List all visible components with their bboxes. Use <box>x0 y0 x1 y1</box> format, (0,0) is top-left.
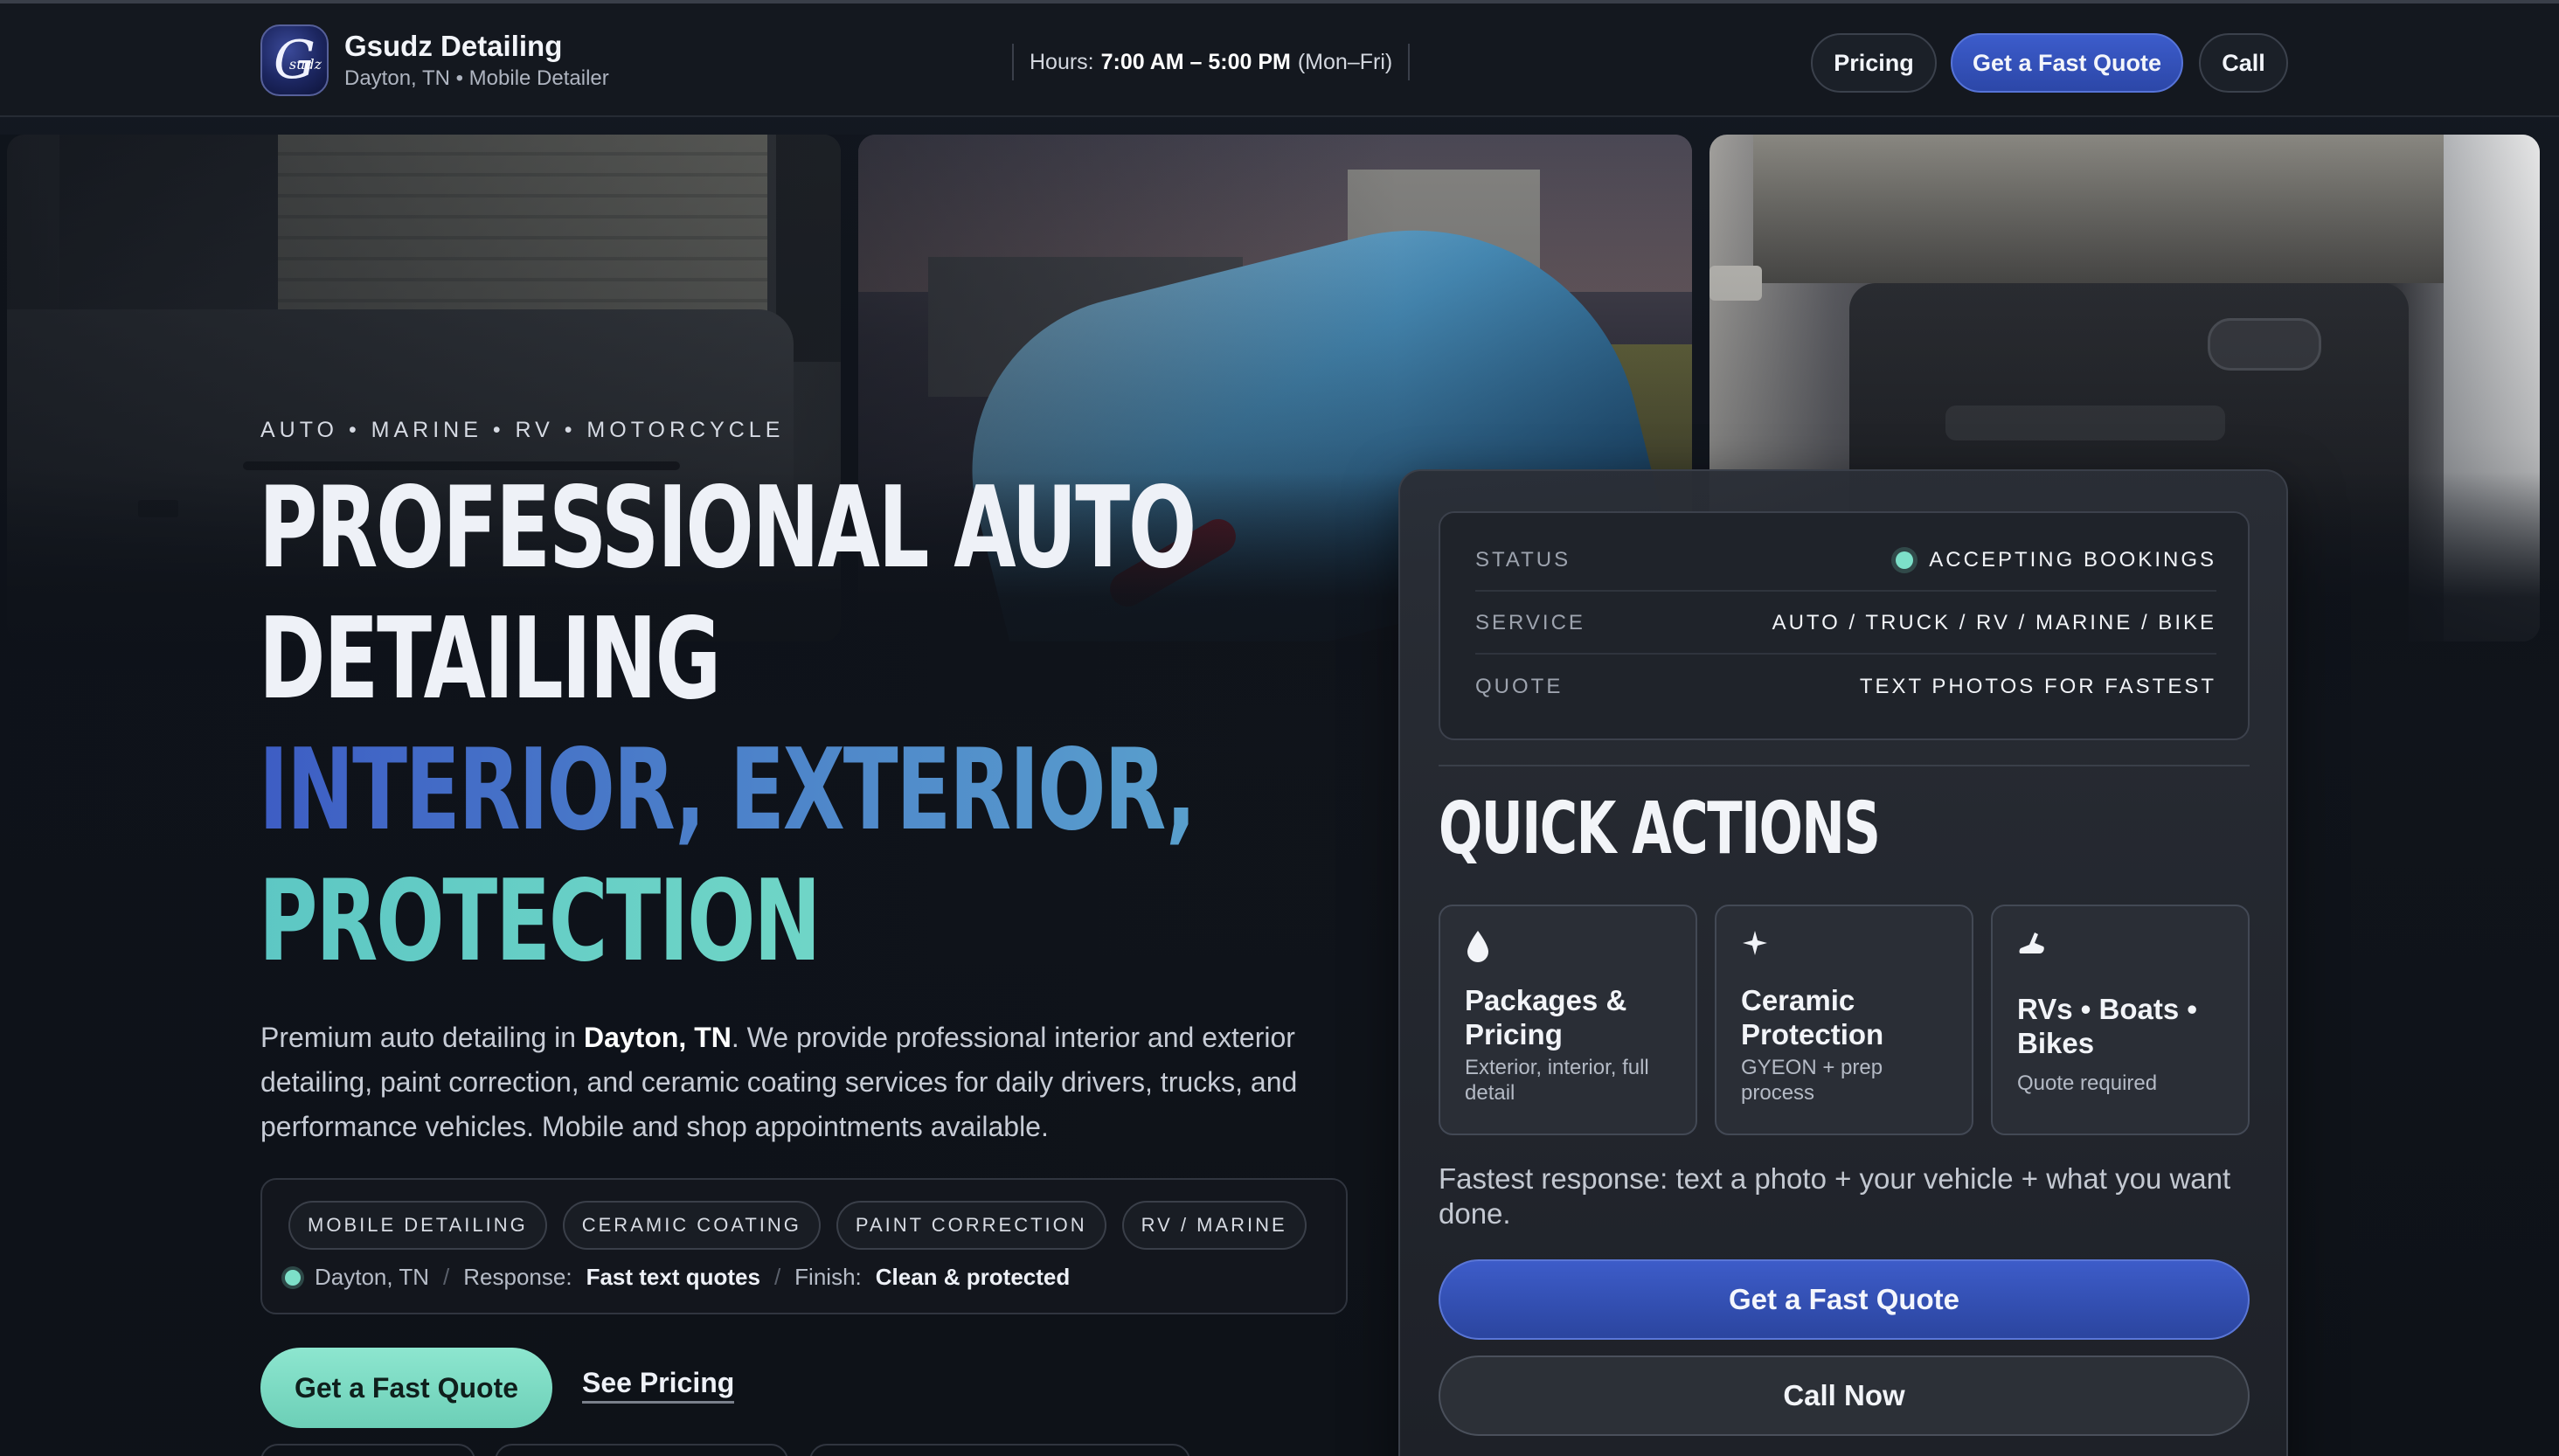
status-value-text: ACCEPTING BOOKINGS <box>1929 548 2216 572</box>
card-ceramic-protection[interactable]: Ceramic Protection GYEON + prep process <box>1715 905 1973 1135</box>
brand-name[interactable]: Gsudz Detailing <box>344 30 562 63</box>
hero-title-line1: PROFESSIONAL AUTO <box>259 463 1196 593</box>
panel-quote-button[interactable]: Get a Fast Quote <box>1439 1259 2250 1340</box>
tag-mobile-detailing: MOBILE DETAILING <box>288 1201 547 1250</box>
brand-subtitle: Dayton, TN • Mobile Detailer <box>344 66 609 90</box>
meta-separator: / <box>443 1264 450 1290</box>
partial-pill <box>495 1444 788 1456</box>
hero-title-line4: PROTECTION <box>259 856 1240 988</box>
meta-response-value: Fast text quotes <box>586 1264 760 1290</box>
card-title: RVs • Boats • Bikes <box>2017 993 2197 1059</box>
site-header: G sudz Gsudz Detailing Dayton, TN • Mobi… <box>0 3 2559 117</box>
call-now-button[interactable]: Call Now <box>1439 1355 2250 1436</box>
tag-rv-marine: RV / MARINE <box>1121 1201 1307 1250</box>
hero-kicker: AUTO • MARINE • RV • MOTORCYCLE <box>260 418 785 442</box>
status-table: STATUS ACCEPTING BOOKINGS SERVICE AUTO /… <box>1439 511 2250 740</box>
card-title: Packages & Pricing <box>1465 984 1627 1050</box>
sparkle-icon <box>1741 929 1776 964</box>
status-value: ACCEPTING BOOKINGS <box>1896 548 2216 572</box>
service-key: SERVICE <box>1475 611 1585 634</box>
meta-separator: / <box>773 1264 781 1290</box>
quote-value: TEXT PHOTOS FOR FASTEST <box>1859 675 2216 698</box>
brand-logo[interactable]: G sudz <box>260 24 329 96</box>
lead-location: Dayton, TN <box>583 1022 732 1053</box>
page-root: G sudz Gsudz Detailing Dayton, TN • Mobi… <box>0 0 2559 1456</box>
business-hours: Hours: 7:00 AM – 5:00 PM (Mon–Fri) <box>1012 44 1411 80</box>
tag-ceramic-coating: CERAMIC COATING <box>562 1201 821 1250</box>
quote-key: QUOTE <box>1475 675 1564 698</box>
fast-response-note: Fastest response: text a photo + your ve… <box>1439 1162 2231 1230</box>
boot-icon <box>2017 929 2052 964</box>
hero-title-line2: DETAILING <box>259 594 721 725</box>
meta-response-label: Response: <box>463 1264 572 1290</box>
hero-quote-button[interactable]: Get a Fast Quote <box>260 1348 552 1428</box>
meta-location: Dayton, TN <box>315 1264 430 1290</box>
hours-days: (Mon–Fri) <box>1297 49 1393 74</box>
nav-call-button[interactable]: Call <box>2199 33 2288 93</box>
see-pricing-link[interactable]: See Pricing <box>582 1367 735 1404</box>
status-key: STATUS <box>1475 548 1571 572</box>
card-title: Ceramic Protection <box>1741 984 1884 1050</box>
status-row: STATUS ACCEPTING BOOKINGS <box>1475 530 2216 592</box>
card-rvs-boats-bikes[interactable]: RVs • Boats • Bikes Quote required <box>1991 905 2250 1135</box>
nav-quote-button[interactable]: Get a Fast Quote <box>1951 33 2183 93</box>
service-tags-box: MOBILE DETAILING CERAMIC COATING PAINT C… <box>260 1178 1348 1314</box>
panel-divider <box>1439 765 2250 766</box>
lead-part1: Premium auto detailing in <box>260 1022 584 1053</box>
card-packages-pricing[interactable]: Packages & Pricing Exterior, interior, f… <box>1439 905 1697 1135</box>
meta-finish-value: Clean & protected <box>875 1264 1071 1290</box>
droplet-icon <box>1465 929 1500 964</box>
quick-actions-panel: STATUS ACCEPTING BOOKINGS SERVICE AUTO /… <box>1398 469 2288 1456</box>
hours-label: Hours: <box>1030 49 1094 74</box>
meta-finish-label: Finish: <box>794 1264 862 1290</box>
hours-value: 7:00 AM – 5:00 PM <box>1100 49 1291 74</box>
service-value: AUTO / TRUCK / RV / MARINE / BIKE <box>1772 611 2216 634</box>
card-description: Quote required <box>2017 1071 2158 1095</box>
quick-actions-title: QUICK ACTIONS <box>1439 787 1881 870</box>
card-description: GYEON + prep process <box>1741 1056 1883 1105</box>
logo-script: sudz <box>288 56 322 73</box>
card-description: Exterior, interior, full detail <box>1465 1056 1649 1105</box>
hero-title-line3: INTERIOR, EXTERIOR, <box>259 725 1240 856</box>
service-row: SERVICE AUTO / TRUCK / RV / MARINE / BIK… <box>1475 593 2216 655</box>
status-dot-icon <box>1896 551 1914 569</box>
nav-pricing-button[interactable]: Pricing <box>1811 33 1937 93</box>
partial-pill <box>260 1444 475 1456</box>
hero-title: PROFESSIONAL AUTO DETAILING INTERIOR, EX… <box>259 463 1240 988</box>
tag-paint-correction: PAINT CORRECTION <box>836 1201 1106 1250</box>
hero-lead: Premium auto detailing in Dayton, TN. We… <box>260 1016 1362 1149</box>
status-dot-icon <box>285 1269 301 1286</box>
service-tags: MOBILE DETAILING CERAMIC COATING PAINT C… <box>288 1201 1307 1250</box>
hero-meta: Dayton, TN / Response: Fast text quotes … <box>285 1264 1070 1291</box>
quote-row: QUOTE TEXT PHOTOS FOR FASTEST <box>1475 656 2216 718</box>
partial-pill <box>809 1444 1190 1456</box>
